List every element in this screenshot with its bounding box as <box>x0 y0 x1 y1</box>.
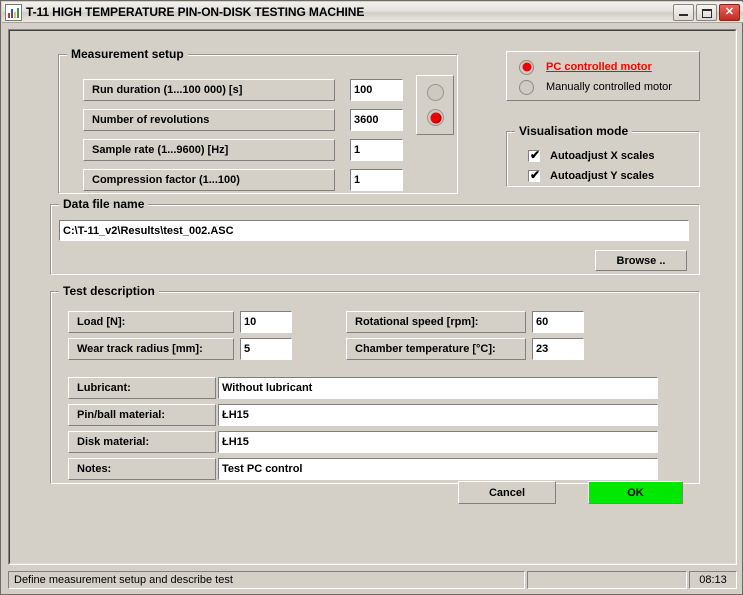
data-file-path-input[interactable]: C:\T-11_v2\Results\test_002.ASC <box>59 220 689 241</box>
measurement-setup-legend: Measurement setup <box>67 47 188 61</box>
notes-input[interactable]: Test PC control <box>218 458 658 480</box>
checkbox-checked-icon[interactable]: ✔ <box>528 148 541 162</box>
autoadjust-x-row[interactable]: ✔ Autoadjust X scales <box>528 148 655 164</box>
test-description-group: Test description Load [N]: 10 Wear track… <box>50 284 700 484</box>
ok-button[interactable]: OK <box>588 481 683 504</box>
data-file-legend: Data file name <box>59 197 149 211</box>
run-duration-input[interactable]: 100 <box>350 79 403 101</box>
window-title: T-11 HIGH TEMPERATURE PIN-ON-DISK TESTIN… <box>26 5 365 19</box>
pin-ball-material-label: Pin/ball material: <box>68 404 216 426</box>
revolutions-led <box>427 109 444 126</box>
autoadjust-y-label: Autoadjust Y scales <box>550 170 655 182</box>
lubricant-input[interactable]: Without lubricant <box>218 377 658 399</box>
autoadjust-y-row[interactable]: ✔ Autoadjust Y scales <box>528 168 654 184</box>
title-bar[interactable]: T-11 HIGH TEMPERATURE PIN-ON-DISK TESTIN… <box>2 2 743 23</box>
chamber-temperature-input[interactable]: 23 <box>532 338 584 360</box>
checkbox-checked-icon[interactable]: ✔ <box>528 168 541 182</box>
load-input[interactable]: 10 <box>240 311 292 333</box>
radio-selected-icon <box>519 59 534 75</box>
wear-track-radius-input[interactable]: 5 <box>240 338 292 360</box>
compression-factor-label: Compression factor (1...100) <box>83 169 335 191</box>
check-mark-icon: ✔ <box>530 168 541 182</box>
status-message: Define measurement setup and describe te… <box>8 571 525 589</box>
measurement-setup-group: Measurement setup Run duration (1...100 … <box>58 47 458 194</box>
close-button[interactable]: ✕ <box>719 4 740 21</box>
visualisation-mode-legend: Visualisation mode <box>515 124 633 138</box>
status-secondary-pane <box>527 571 687 589</box>
run-duration-label: Run duration (1...100 000) [s] <box>83 79 335 101</box>
rotational-speed-input[interactable]: 60 <box>532 311 584 333</box>
motor-mode-panel: PC controlled motor Manually controlled … <box>506 51 700 101</box>
disk-material-label: Disk material: <box>68 431 216 453</box>
number-of-revolutions-input[interactable]: 3600 <box>350 109 403 131</box>
status-clock: 08:13 <box>689 571 737 589</box>
window-controls: ✕ <box>673 4 740 21</box>
motor-option-manual-label: Manually controlled motor <box>546 81 672 93</box>
indicator-panel <box>416 75 454 135</box>
lubricant-label: Lubricant: <box>68 377 216 399</box>
compression-factor-input[interactable]: 1 <box>350 169 403 191</box>
maximize-icon <box>702 9 712 18</box>
number-of-revolutions-label: Number of revolutions <box>83 109 335 131</box>
visualisation-mode-group: Visualisation mode ✔ Autoadjust X scales… <box>506 124 700 187</box>
radio-unselected-icon <box>519 79 534 95</box>
data-file-group: Data file name C:\T-11_v2\Results\test_0… <box>50 197 700 275</box>
minimize-icon <box>679 14 688 16</box>
chamber-temperature-label: Chamber temperature [°C]: <box>346 338 526 360</box>
notes-label: Notes: <box>68 458 216 480</box>
test-description-legend: Test description <box>59 284 159 298</box>
motor-option-pc-label: PC controlled motor <box>546 61 652 73</box>
duration-led <box>427 84 444 101</box>
check-mark-icon: ✔ <box>530 148 541 162</box>
autoadjust-x-label: Autoadjust X scales <box>550 150 655 162</box>
motor-option-pc[interactable]: PC controlled motor <box>519 58 652 76</box>
motor-option-manual[interactable]: Manually controlled motor <box>519 78 672 96</box>
wear-track-radius-label: Wear track radius [mm]: <box>68 338 234 360</box>
close-icon: ✕ <box>724 6 735 18</box>
status-bar: Define measurement setup and describe te… <box>8 571 737 589</box>
browse-button[interactable]: Browse .. <box>595 250 687 271</box>
sample-rate-label: Sample rate (1...9600) [Hz] <box>83 139 335 161</box>
pin-ball-material-input[interactable]: ŁH15 <box>218 404 658 426</box>
maximize-button[interactable] <box>696 4 717 21</box>
cancel-button[interactable]: Cancel <box>458 481 556 504</box>
sample-rate-input[interactable]: 1 <box>350 139 403 161</box>
load-label: Load [N]: <box>68 311 234 333</box>
disk-material-input[interactable]: ŁH15 <box>218 431 658 453</box>
chart-icon <box>5 3 22 21</box>
rotational-speed-label: Rotational speed [rpm]: <box>346 311 526 333</box>
application-window: T-11 HIGH TEMPERATURE PIN-ON-DISK TESTIN… <box>0 0 743 595</box>
client-area: Measurement setup Run duration (1...100 … <box>8 29 737 565</box>
minimize-button[interactable] <box>673 4 694 21</box>
client-inner-frame: Measurement setup Run duration (1...100 … <box>9 30 736 564</box>
